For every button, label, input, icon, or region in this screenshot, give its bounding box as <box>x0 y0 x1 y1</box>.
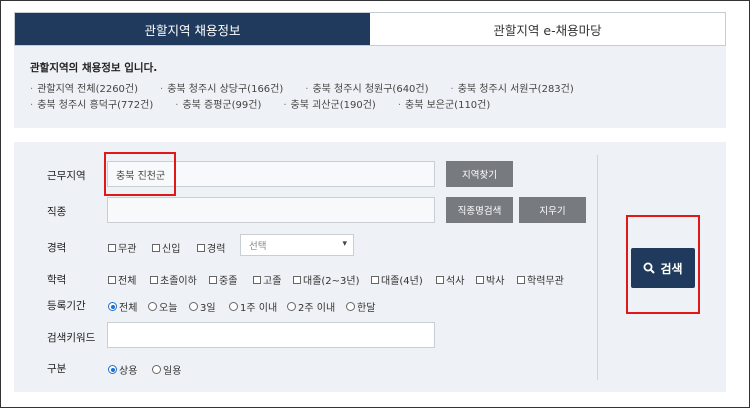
education-label: 학력 <box>47 274 67 286</box>
checkbox-icon[interactable] <box>253 275 261 284</box>
form-divider <box>597 155 598 380</box>
education-option-college-2-3[interactable]: 대졸(2~3년) <box>293 272 360 287</box>
radio-selected-icon[interactable] <box>108 365 117 374</box>
checkbox-icon[interactable] <box>108 243 116 252</box>
period-option-3days[interactable]: 3일 <box>189 299 216 314</box>
radio-icon[interactable] <box>229 302 238 311</box>
type-option-daily[interactable]: 일용 <box>152 362 181 377</box>
radio-icon[interactable] <box>346 302 355 311</box>
checkbox-icon[interactable] <box>150 275 158 284</box>
radio-selected-icon[interactable] <box>108 302 117 311</box>
region-search-button[interactable]: 지역찾기 <box>446 161 513 187</box>
checkbox-icon[interactable] <box>293 275 301 284</box>
checkbox-icon[interactable] <box>152 243 160 252</box>
education-option-irrelevant[interactable]: 학력무관 <box>517 272 564 287</box>
career-option-new[interactable]: 신입 <box>152 240 180 255</box>
region-link-all[interactable]: 관할지역 전체(2260건) <box>30 82 138 98</box>
period-option-1week[interactable]: 1주 이내 <box>229 299 277 314</box>
job-name-search-button[interactable]: 직종명검색 <box>446 197 513 223</box>
checkbox-icon[interactable] <box>517 275 525 284</box>
type-label: 구분 <box>47 363 67 375</box>
workplace-label: 근무지역 <box>47 170 86 182</box>
career-option-any[interactable]: 무관 <box>108 240 136 255</box>
region-link-boeun[interactable]: 충북 보은군(110건) <box>398 98 490 114</box>
region-link-jeungpyeong[interactable]: 충북 증평군(99건) <box>175 98 261 114</box>
chevron-down-icon: ▾ <box>342 239 347 249</box>
region-link-cheongwon[interactable]: 충북 청주시 청원구(640건) <box>305 82 428 98</box>
period-option-all[interactable]: 전체 <box>108 299 137 314</box>
region-link-sangdang[interactable]: 충북 청주시 상당구(166건) <box>160 82 283 98</box>
education-option-high[interactable]: 고졸 <box>253 272 281 287</box>
period-option-today[interactable]: 오늘 <box>148 299 177 314</box>
keyword-input[interactable] <box>107 322 435 348</box>
region-link-goesan[interactable]: 충북 괴산군(190건) <box>283 98 376 114</box>
checkbox-icon[interactable] <box>209 275 217 284</box>
tab-e-job-market[interactable]: 관할지역 e-채용마당 <box>370 13 725 45</box>
job-input[interactable] <box>107 197 435 223</box>
education-option-all[interactable]: 전체 <box>108 272 136 287</box>
region-link-heungdeok[interactable]: 충북 청주시 흥덕구(772건) <box>30 98 153 114</box>
checkbox-icon[interactable] <box>476 275 484 284</box>
education-option-college-4[interactable]: 대졸(4년) <box>371 272 423 287</box>
highlight-workplace <box>104 152 176 196</box>
radio-icon[interactable] <box>152 365 161 374</box>
region-link-seowon[interactable]: 충북 청주시 서원구(283건) <box>451 82 574 98</box>
tab-bar: 관할지역 채용정보 관할지역 e-채용마당 <box>14 12 726 46</box>
period-label: 등록기간 <box>47 300 86 312</box>
checkbox-icon[interactable] <box>197 243 205 252</box>
keyword-label: 검색키워드 <box>47 332 96 344</box>
radio-icon[interactable] <box>148 302 157 311</box>
info-title: 관할지역의 채용정보 입니다. <box>30 62 158 74</box>
info-row-1: 관할지역 전체(2260건) 충북 청주시 상당구(166건) 충북 청주시 청… <box>30 82 710 98</box>
career-select[interactable]: 선택 ▾ <box>240 234 354 256</box>
period-option-2weeks[interactable]: 2주 이내 <box>287 299 335 314</box>
radio-icon[interactable] <box>287 302 296 311</box>
period-option-month[interactable]: 한달 <box>346 299 375 314</box>
clear-button[interactable]: 지우기 <box>519 197 586 223</box>
checkbox-icon[interactable] <box>108 275 116 284</box>
radio-icon[interactable] <box>189 302 198 311</box>
education-option-master[interactable]: 석사 <box>436 272 464 287</box>
education-option-middle[interactable]: 중졸 <box>209 272 237 287</box>
type-option-regular[interactable]: 상용 <box>108 362 137 377</box>
education-option-doctor[interactable]: 박사 <box>476 272 504 287</box>
career-option-experienced[interactable]: 경력 <box>197 240 225 255</box>
checkbox-icon[interactable] <box>436 275 444 284</box>
info-panel: 관할지역의 채용정보 입니다. 관할지역 전체(2260건) 충북 청주시 상당… <box>14 46 726 128</box>
tab-local-jobs[interactable]: 관할지역 채용정보 <box>15 13 370 45</box>
info-row-2: 충북 청주시 흥덕구(772건) 충북 증평군(99건) 충북 괴산군(190건… <box>30 98 710 114</box>
career-label: 경력 <box>47 242 67 254</box>
checkbox-icon[interactable] <box>371 275 379 284</box>
education-option-elementary[interactable]: 초졸이하 <box>150 272 197 287</box>
highlight-search-button <box>626 215 700 314</box>
job-label: 직종 <box>47 206 67 218</box>
